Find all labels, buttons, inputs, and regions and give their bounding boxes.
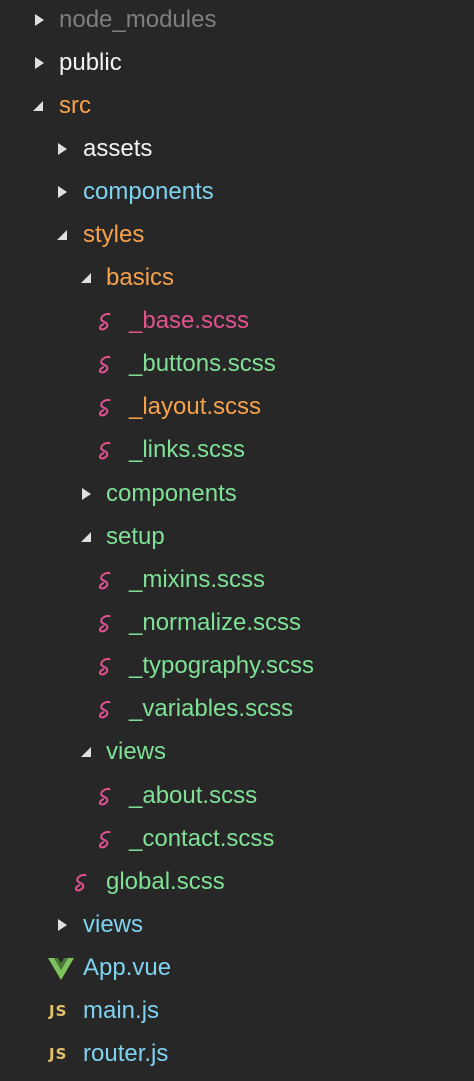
- tree-item-label: basics: [106, 264, 175, 291]
- tree-item-label: setup: [106, 523, 165, 550]
- tree-item-assets[interactable]: assets: [0, 129, 474, 169]
- tree-item-label: global.scss: [106, 868, 225, 895]
- tree-item-label: _contact.scss: [129, 825, 275, 852]
- tree-item-contact-scss[interactable]: _contact.scss: [0, 819, 474, 859]
- chevron-down-icon[interactable]: [79, 745, 93, 759]
- tree-item-label: views: [106, 738, 167, 765]
- tree-item-main-js[interactable]: JS main.js: [0, 991, 474, 1031]
- tree-item-basics[interactable]: basics: [0, 258, 474, 298]
- tree-item-label: assets: [83, 135, 153, 162]
- tree-item-mixins-scss[interactable]: _mixins.scss: [0, 560, 474, 600]
- chevron-down-icon[interactable]: [79, 271, 93, 285]
- js-file-icon: JS: [49, 1045, 68, 1063]
- chevron-down-icon[interactable]: [79, 530, 93, 544]
- tree-item-router-js[interactable]: JS router.js: [0, 1034, 474, 1074]
- chevron-down-icon[interactable]: [55, 228, 69, 242]
- sass-file-icon: [94, 785, 118, 809]
- tree-item-label: _buttons.scss: [129, 350, 276, 377]
- sass-file-icon: [94, 698, 118, 722]
- tree-item-label: _links.scss: [129, 436, 246, 463]
- sass-file-icon: [94, 655, 118, 679]
- tree-item-label: components: [106, 480, 237, 507]
- tree-item-label: router.js: [83, 1040, 169, 1067]
- tree-item-setup[interactable]: setup: [0, 517, 474, 557]
- vue-file-icon: [48, 958, 74, 982]
- tree-item-typography-scss[interactable]: _typography.scss: [0, 646, 474, 686]
- tree-item-label: App.vue: [83, 954, 172, 981]
- sass-file-icon: [94, 396, 118, 420]
- file-explorer-tree: node_modules public src assets component…: [0, 0, 474, 1081]
- tree-item-label: components: [83, 178, 214, 205]
- tree-item-global-scss[interactable]: global.scss: [0, 862, 474, 902]
- chevron-right-icon[interactable]: [33, 56, 47, 70]
- tree-item-label: _base.scss: [129, 307, 250, 334]
- chevron-right-icon[interactable]: [80, 487, 94, 501]
- chevron-right-icon[interactable]: [56, 185, 70, 199]
- sass-file-icon: [94, 439, 118, 463]
- tree-item-public[interactable]: public: [0, 43, 474, 83]
- sass-file-icon: [94, 828, 118, 852]
- tree-item-label: views: [83, 911, 144, 938]
- tree-item-label: node_modules: [59, 6, 217, 33]
- tree-item-buttons-scss[interactable]: _buttons.scss: [0, 344, 474, 384]
- tree-item-label: main.js: [83, 997, 160, 1024]
- tree-item-label: _layout.scss: [129, 393, 262, 420]
- tree-item-styles-views[interactable]: views: [0, 732, 474, 772]
- tree-item-src[interactable]: src: [0, 86, 474, 126]
- js-file-icon: JS: [49, 1002, 68, 1020]
- tree-item-base-scss[interactable]: _base.scss: [0, 301, 474, 341]
- tree-item-components[interactable]: components: [0, 172, 474, 212]
- sass-file-icon: [70, 871, 94, 895]
- sass-file-icon: [94, 612, 118, 636]
- tree-item-node-modules[interactable]: node_modules: [0, 0, 474, 40]
- tree-item-label: _normalize.scss: [129, 609, 302, 636]
- sass-file-icon: [94, 353, 118, 377]
- chevron-right-icon[interactable]: [56, 142, 70, 156]
- tree-item-label: styles: [83, 221, 145, 248]
- tree-item-label: _about.scss: [129, 782, 258, 809]
- tree-item-variables-scss[interactable]: _variables.scss: [0, 689, 474, 729]
- tree-item-label: _variables.scss: [129, 695, 294, 722]
- chevron-right-icon[interactable]: [33, 13, 47, 27]
- tree-item-src-views[interactable]: views: [0, 905, 474, 945]
- tree-item-layout-scss[interactable]: _layout.scss: [0, 387, 474, 427]
- sass-file-icon: [94, 310, 118, 334]
- tree-item-app-vue[interactable]: App.vue: [0, 948, 474, 988]
- tree-item-normalize-scss[interactable]: _normalize.scss: [0, 603, 474, 643]
- chevron-down-icon[interactable]: [31, 99, 45, 113]
- chevron-right-icon[interactable]: [56, 918, 70, 932]
- tree-item-about-scss[interactable]: _about.scss: [0, 776, 474, 816]
- tree-item-styles-components[interactable]: components: [0, 474, 474, 514]
- tree-item-label: src: [59, 92, 91, 119]
- tree-item-label: _typography.scss: [129, 652, 314, 679]
- tree-item-styles[interactable]: styles: [0, 215, 474, 255]
- tree-item-label: _mixins.scss: [129, 566, 266, 593]
- tree-item-label: public: [59, 49, 122, 76]
- sass-file-icon: [94, 569, 118, 593]
- tree-item-links-scss[interactable]: _links.scss: [0, 430, 474, 470]
